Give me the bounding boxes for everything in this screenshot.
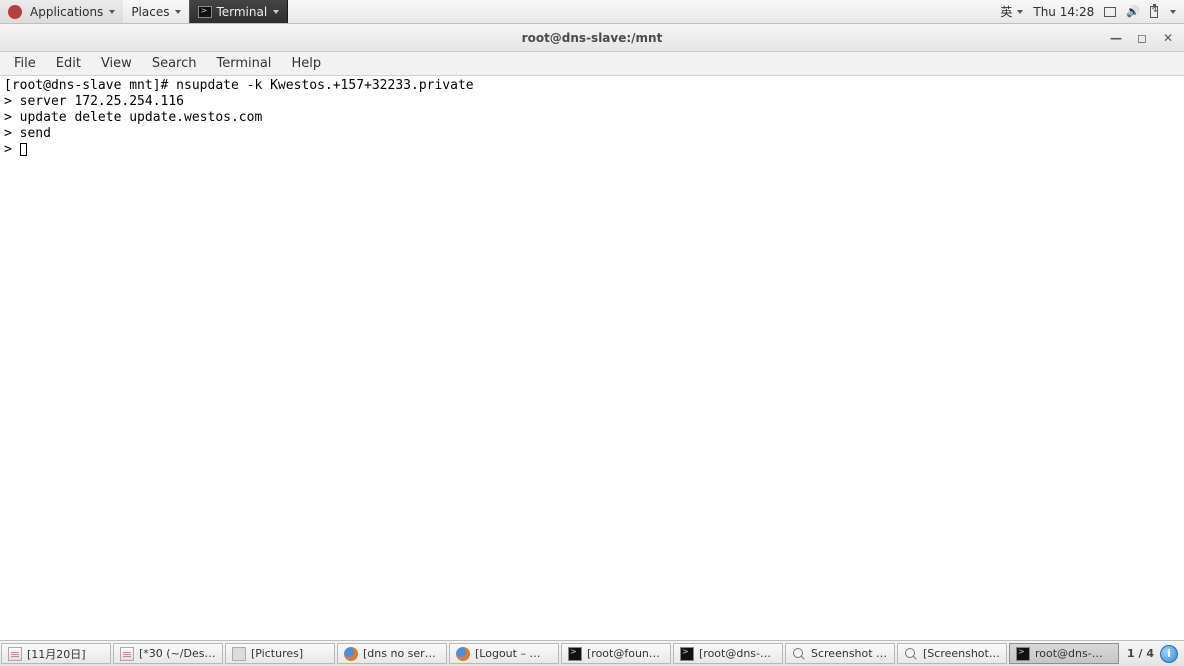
taskbar-item[interactable]: [Logout – … [449, 643, 559, 664]
gedit-icon [120, 647, 134, 661]
window-titlebar[interactable]: root@dns-slave:/mnt — ◻ ✕ [0, 24, 1184, 52]
battery-icon[interactable] [1150, 6, 1158, 18]
folder-icon [232, 647, 246, 661]
distro-icon [8, 5, 22, 19]
taskbar-item-label: root@dns-… [1035, 647, 1103, 660]
terminal-icon [198, 6, 212, 18]
terminal-window: root@dns-slave:/mnt — ◻ ✕ File Edit View… [0, 24, 1184, 640]
taskbar-item[interactable]: [Pictures] [225, 643, 335, 664]
terminal-output[interactable]: [root@dns-slave mnt]# nsupdate -k Kwesto… [0, 76, 1184, 640]
term-icon [680, 647, 694, 661]
show-desktop-button[interactable]: i [1160, 645, 1178, 663]
menu-view[interactable]: View [91, 53, 142, 74]
places-label: Places [131, 5, 169, 19]
taskbar: [11月20日] [*30 (~/Des… [Pictures] [dns no se… [0, 641, 1120, 666]
chevron-down-icon [109, 10, 115, 14]
term-line: > send [4, 126, 51, 141]
workspace-indicator[interactable]: 1 / 4 [1127, 647, 1154, 660]
taskbar-item[interactable]: root@dns-… [1009, 643, 1119, 664]
maximize-button[interactable]: ◻ [1136, 32, 1148, 44]
window-title: root@dns-slave:/mnt [0, 31, 1184, 45]
menu-search[interactable]: Search [142, 53, 207, 74]
top-task-terminal-label: Terminal [216, 5, 267, 19]
taskbar-item-label: [dns no ser… [363, 647, 436, 660]
taskbar-item[interactable]: [root@foun… [561, 643, 671, 664]
taskbar-item-label: [root@foun… [587, 647, 660, 660]
chevron-down-icon [273, 10, 279, 14]
menu-help[interactable]: Help [281, 53, 331, 74]
firefox-icon [344, 647, 358, 661]
taskbar-item-label: [11月20日] [27, 646, 86, 662]
menu-edit[interactable]: Edit [46, 53, 91, 74]
applications-menu[interactable]: Applications [0, 0, 123, 23]
top-spacer [288, 0, 992, 23]
term-icon [1016, 647, 1030, 661]
taskbar-item[interactable]: [*30 (~/Des… [113, 643, 223, 664]
system-tray: 英 Thu 14:28 [992, 0, 1184, 23]
taskbar-item-label: [Screenshot… [923, 647, 1000, 660]
chevron-down-icon [175, 10, 181, 14]
sound-icon[interactable] [1126, 5, 1140, 18]
places-menu[interactable]: Places [123, 0, 189, 23]
taskbar-item-label: [Logout – … [475, 647, 540, 660]
term-line: > [4, 142, 20, 157]
taskbar-item-label: [root@dns-… [699, 647, 771, 660]
term-line: > server 172.25.254.116 [4, 94, 184, 109]
top-task-terminal[interactable]: Terminal [189, 0, 288, 23]
chevron-down-icon [1017, 10, 1023, 14]
text-cursor [20, 143, 27, 156]
firefox-icon [456, 647, 470, 661]
taskbar-item-label: Screenshot … [811, 647, 887, 660]
accessibility-icon[interactable] [1104, 7, 1116, 17]
term-icon [568, 647, 582, 661]
taskbar-item-label: [Pictures] [251, 647, 303, 660]
menu-file[interactable]: File [4, 53, 46, 74]
search-icon [904, 647, 918, 661]
chevron-down-icon[interactable] [1170, 10, 1176, 14]
taskbar-item[interactable]: Screenshot … [785, 643, 895, 664]
bottom-right: 1 / 4 i [1121, 641, 1184, 666]
minimize-button[interactable]: — [1110, 32, 1122, 44]
terminal-menubar: File Edit View Search Terminal Help [0, 52, 1184, 76]
close-button[interactable]: ✕ [1162, 32, 1174, 44]
clock[interactable]: Thu 14:28 [1033, 5, 1094, 19]
taskbar-item[interactable]: [dns no ser… [337, 643, 447, 664]
gnome-top-panel: Applications Places Terminal 英 Thu 14:28 [0, 0, 1184, 24]
term-line: [root@dns-slave mnt]# nsupdate -k Kwesto… [4, 78, 474, 93]
menu-terminal[interactable]: Terminal [206, 53, 281, 74]
window-buttons: — ◻ ✕ [1100, 32, 1184, 44]
gedit-icon [8, 647, 22, 661]
ime-indicator[interactable]: 英 [1000, 3, 1023, 20]
taskbar-item[interactable]: [Screenshot… [897, 643, 1007, 664]
taskbar-item[interactable]: [root@dns-… [673, 643, 783, 664]
taskbar-item-label: [*30 (~/Des… [139, 647, 215, 660]
ime-label: 英 [1000, 3, 1012, 20]
search-icon [792, 647, 806, 661]
term-line: > update delete update.westos.com [4, 110, 262, 125]
taskbar-item[interactable]: [11月20日] [1, 643, 111, 664]
gnome-bottom-panel: [11月20日] [*30 (~/Des… [Pictures] [dns no se… [0, 640, 1184, 666]
applications-label: Applications [30, 5, 103, 19]
